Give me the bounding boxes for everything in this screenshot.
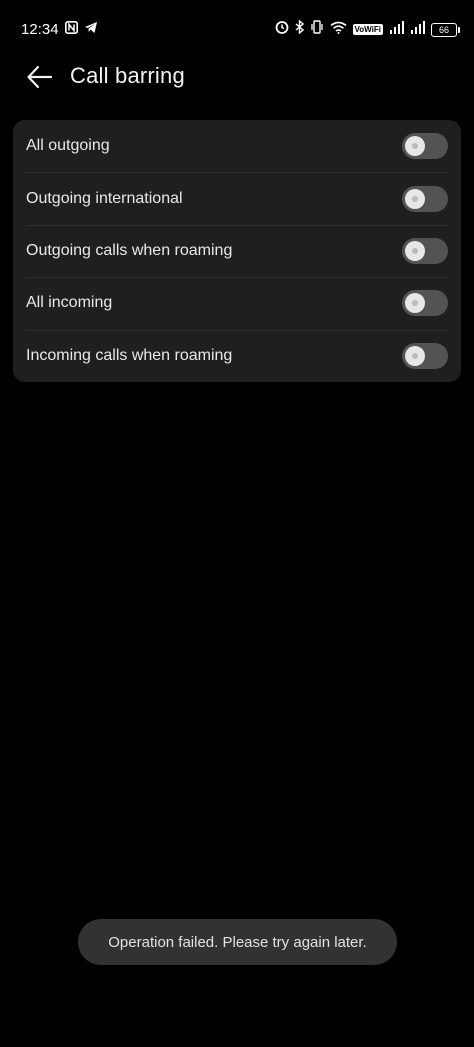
vowifi-icon: VoWiFi — [352, 24, 383, 35]
setting-label: Outgoing calls when roaming — [26, 241, 233, 259]
wifi-icon — [330, 21, 347, 39]
setting-row-all-incoming[interactable]: All incoming — [13, 277, 461, 329]
back-button[interactable] — [24, 62, 56, 92]
toggle-switch-incoming-roaming[interactable] — [402, 342, 448, 369]
switch-knob — [405, 188, 425, 209]
call-barring-settings-card: All outgoing Outgoing international Outg… — [13, 120, 461, 382]
error-toast: Operation failed. Please try again later… — [78, 919, 397, 965]
status-right: VoWiFi 66 — [275, 19, 460, 39]
nfc-icon — [64, 21, 78, 38]
battery-icon: 66 — [431, 22, 460, 37]
toggle-switch-outgoing-international[interactable] — [402, 185, 448, 212]
toggle-switch-all-outgoing[interactable] — [402, 133, 448, 160]
telegram-icon — [84, 21, 98, 38]
setting-label: All outgoing — [26, 137, 110, 155]
page-title: Call barring — [70, 63, 185, 88]
signal-icon — [389, 20, 404, 39]
setting-label: Outgoing international — [26, 189, 183, 207]
toggle-switch-outgoing-roaming[interactable] — [402, 237, 448, 264]
vibrate-icon — [310, 20, 324, 39]
signal-icon — [410, 20, 425, 39]
toast-message: Operation failed. Please try again later… — [108, 933, 367, 951]
setting-row-outgoing-international[interactable]: Outgoing international — [13, 172, 461, 224]
bluetooth-icon — [295, 19, 304, 39]
switch-knob — [405, 136, 425, 157]
status-left: 12:34 — [21, 21, 98, 38]
status-time: 12:34 — [21, 21, 59, 38]
setting-row-outgoing-roaming[interactable]: Outgoing calls when roaming — [13, 224, 461, 277]
toggle-switch-all-incoming[interactable] — [402, 290, 448, 317]
switch-knob — [405, 240, 425, 261]
switch-knob — [405, 345, 425, 366]
alarm-icon — [275, 20, 289, 39]
arrow-left-icon — [24, 65, 56, 96]
setting-label: All incoming — [26, 294, 113, 312]
app-bar: Call barring — [0, 52, 474, 102]
setting-label: Incoming calls when roaming — [26, 346, 233, 364]
setting-row-all-outgoing[interactable]: All outgoing — [13, 120, 461, 172]
switch-knob — [405, 293, 425, 314]
setting-row-incoming-roaming[interactable]: Incoming calls when roaming — [13, 329, 461, 382]
